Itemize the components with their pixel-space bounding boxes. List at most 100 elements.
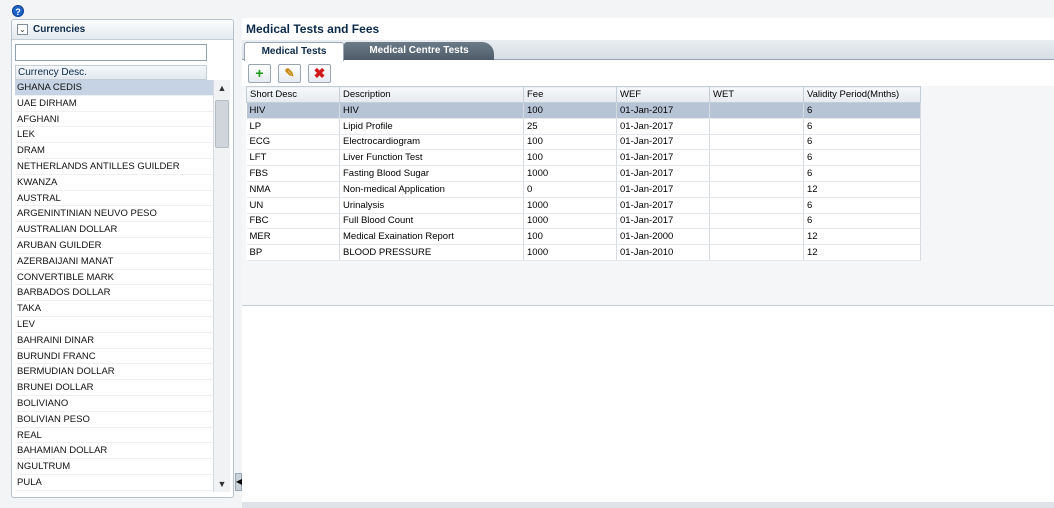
panel-splitter-collapse-icon[interactable]: ◀ — [235, 473, 242, 491]
list-item[interactable]: DRAM — [15, 143, 213, 159]
table-cell: 01-Jan-2017 — [616, 213, 710, 230]
table-cell: Liver Function Test — [339, 149, 524, 167]
table-cell: Urinalysis — [339, 197, 524, 214]
table-cell: 01-Jan-2010 — [616, 244, 710, 261]
list-item[interactable]: GHANA CEDIS — [15, 80, 213, 96]
add-icon[interactable]: + — [248, 64, 271, 83]
list-item[interactable]: BERMUDIAN DOLLAR — [15, 364, 213, 381]
bottom-strip — [242, 502, 1054, 508]
column-header[interactable]: Description — [339, 86, 524, 103]
table-cell — [709, 181, 804, 198]
table-cell: FBC — [246, 213, 340, 230]
column-header[interactable]: WET — [709, 86, 804, 103]
list-item[interactable]: ARUBAN GUILDER — [15, 238, 213, 254]
currencies-panel: ⌄ Currencies Currency Desc. GHANA CEDIS U… — [11, 19, 234, 498]
list-item[interactable]: UAE DIRHAM — [15, 96, 213, 112]
table-row[interactable]: LFT Liver Function Test 100 01-Jan-2017 6 — [246, 149, 921, 167]
list-item[interactable]: AUSTRAL — [15, 191, 213, 207]
edit-icon[interactable]: ✎ — [278, 64, 301, 83]
table-cell: 6 — [803, 197, 921, 214]
column-header[interactable]: Fee — [523, 86, 617, 103]
list-item[interactable]: AZERBAIJANI MANAT — [15, 254, 213, 270]
table-row[interactable]: HIV HIV 100 01-Jan-2017 6 — [246, 102, 921, 119]
table-cell: Full Blood Count — [339, 213, 524, 230]
table-cell: 01-Jan-2017 — [616, 165, 710, 182]
table-cell: 12 — [803, 244, 921, 261]
list-item[interactable]: AFGHANI — [15, 112, 213, 128]
table-row[interactable]: NMA Non-medical Application 0 01-Jan-2017 12 — [246, 181, 921, 198]
tab-medical-centre-tests[interactable]: Medical Centre Tests — [344, 42, 494, 60]
table-cell — [709, 134, 804, 151]
table-cell — [709, 102, 804, 119]
table-cell — [709, 244, 804, 261]
table-cell: 6 — [803, 213, 921, 230]
table-cell — [709, 149, 804, 167]
table-cell: MER — [246, 228, 340, 246]
list-item[interactable]: ARGENINTINIAN NEUVO PESO — [15, 206, 213, 223]
currency-list-scrollbar[interactable]: ▲ ▼ — [213, 80, 230, 492]
chevron-down-icon[interactable]: ⌄ — [17, 24, 28, 35]
table-cell: 6 — [803, 149, 921, 167]
currency-filter-input[interactable] — [15, 44, 207, 61]
table-row[interactable]: UN Urinalysis 1000 01-Jan-2017 6 — [246, 197, 921, 214]
table-row[interactable]: FBC Full Blood Count 1000 01-Jan-2017 6 — [246, 213, 921, 230]
table-cell — [709, 213, 804, 230]
table-cell: Electrocardiogram — [339, 134, 524, 151]
column-header[interactable]: Validity Period(Mnths) — [803, 86, 921, 103]
list-item[interactable]: NGULTRUM — [15, 459, 213, 475]
table-cell: 100 — [523, 228, 617, 246]
table-header-row: Short Desc Description Fee WEF WET Validity P… — [246, 86, 921, 103]
table-cell: 01-Jan-2017 — [616, 181, 710, 198]
table-row[interactable]: FBS Fasting Blood Sugar 1000 01-Jan-2017 6 — [246, 165, 921, 182]
table-cell: BLOOD PRESSURE — [339, 244, 524, 261]
column-header[interactable]: Short Desc — [246, 86, 340, 103]
list-item[interactable]: BOLIVIAN PESO — [15, 412, 213, 428]
table-body: HIV HIV 100 01-Jan-2017 6 LP Lipid Profile 25 01… — [246, 102, 921, 261]
list-item[interactable]: TAKA — [15, 301, 213, 317]
table-row[interactable]: BP BLOOD PRESSURE 1000 01-Jan-2010 12 — [246, 244, 921, 261]
list-item[interactable]: LEV — [15, 317, 213, 333]
list-item[interactable]: BAHAMIAN DOLLAR — [15, 443, 213, 460]
list-item[interactable]: REAL — [15, 428, 213, 444]
list-item[interactable]: BRUNEI DOLLAR — [15, 380, 213, 396]
table-cell: HIV — [339, 102, 524, 119]
table-cell: 1000 — [523, 197, 617, 214]
list-item[interactable]: KWANZA — [15, 175, 213, 191]
delete-icon[interactable]: ✖ — [308, 64, 331, 83]
list-item[interactable]: BARBADOS DOLLAR — [15, 285, 213, 302]
table-cell: 1000 — [523, 165, 617, 182]
table-cell: 1000 — [523, 244, 617, 261]
table-cell: 6 — [803, 102, 921, 119]
list-item[interactable]: LEK — [15, 127, 213, 144]
table-cell: 01-Jan-2017 — [616, 102, 710, 119]
table-row[interactable]: LP Lipid Profile 25 01-Jan-2017 6 — [246, 118, 921, 135]
currency-list: GHANA CEDIS UAE DIRHAM AFGHANI LEK DRAM NETHE… — [15, 80, 213, 492]
scroll-up-icon[interactable]: ▲ — [214, 80, 230, 96]
table-cell: 01-Jan-2017 — [616, 118, 710, 135]
list-item[interactable]: PULA — [15, 475, 213, 491]
scrollbar-thumb[interactable] — [215, 100, 229, 148]
table-cell: Non-medical Application — [339, 181, 524, 198]
list-item[interactable]: NETHERLANDS ANTILLES GUILDER — [15, 159, 213, 175]
column-header[interactable]: WEF — [616, 86, 710, 103]
table-cell: 100 — [523, 102, 617, 119]
table-row[interactable]: MER Medical Exaination Report 100 01-Jan-20… — [246, 228, 921, 246]
table-cell: LFT — [246, 149, 340, 167]
table-cell: 6 — [803, 134, 921, 151]
currency-desc-column-header[interactable]: Currency Desc. — [15, 65, 207, 80]
table-cell: 01-Jan-2017 — [616, 134, 710, 151]
table-row[interactable]: ECG Electrocardiogram 100 01-Jan-2017 6 — [246, 134, 921, 151]
tab-medical-tests[interactable]: Medical Tests — [244, 42, 344, 61]
list-item[interactable]: BOLIVIANO — [15, 396, 213, 412]
table-cell — [709, 118, 804, 135]
scroll-down-icon[interactable]: ▼ — [214, 476, 230, 492]
table-cell: Medical Exaination Report — [339, 228, 524, 246]
table-cell — [709, 165, 804, 182]
list-item[interactable]: BURUNDI FRANC — [15, 349, 213, 365]
list-item[interactable]: BAHRAINI DINAR — [15, 333, 213, 349]
table-cell: 100 — [523, 149, 617, 167]
list-item[interactable]: AUSTRALIAN DOLLAR — [15, 222, 213, 238]
table-cell: Fasting Blood Sugar — [339, 165, 524, 182]
help-icon[interactable]: ? — [12, 5, 24, 17]
list-item[interactable]: CONVERTIBLE MARK — [15, 270, 213, 286]
